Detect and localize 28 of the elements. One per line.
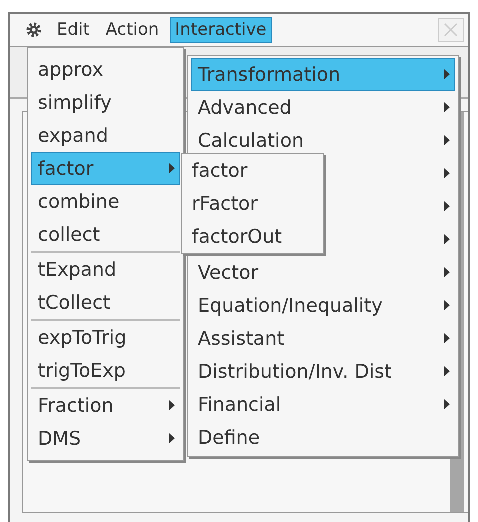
menu-item[interactable]: rFactor (185, 187, 320, 220)
menu-item[interactable]: Distribution/Inv. Dist (191, 355, 455, 388)
menu-item[interactable]: simplify (31, 86, 180, 119)
menu-item[interactable]: factor (31, 152, 180, 185)
menu-item[interactable]: Financial (191, 388, 455, 421)
menu-item[interactable]: expand (31, 119, 180, 152)
menu-item[interactable]: Transformation (191, 58, 455, 91)
menu-title[interactable]: Edit (52, 17, 95, 43)
menu-item[interactable]: Equation/Inequality (191, 289, 455, 322)
menu-item[interactable]: Vector (191, 256, 455, 289)
menu-item[interactable]: collect (31, 218, 180, 251)
menu-item[interactable]: approx (31, 53, 180, 86)
menu-item[interactable]: Calculation (191, 124, 455, 157)
menu-item[interactable]: factor (185, 154, 320, 187)
menu-item[interactable]: combine (31, 185, 180, 218)
menu-item[interactable]: expToTrig (31, 321, 180, 354)
menu-item[interactable]: Fraction (31, 389, 180, 422)
menu-item[interactable]: trigToExp (31, 354, 180, 387)
menu-item[interactable]: Assistant (191, 322, 455, 355)
menu-title[interactable]: Interactive (170, 17, 272, 43)
menu-item[interactable]: Advanced (191, 91, 455, 124)
menu-item[interactable]: factorOut (185, 220, 320, 253)
menu-item[interactable]: Define (191, 421, 455, 454)
settings-icon[interactable] (26, 22, 42, 38)
menu-title[interactable]: Action (100, 17, 164, 43)
menu-item[interactable]: tExpand (31, 253, 180, 286)
menu-item[interactable]: DMS (31, 422, 180, 455)
menu-item[interactable]: tCollect (31, 286, 180, 319)
